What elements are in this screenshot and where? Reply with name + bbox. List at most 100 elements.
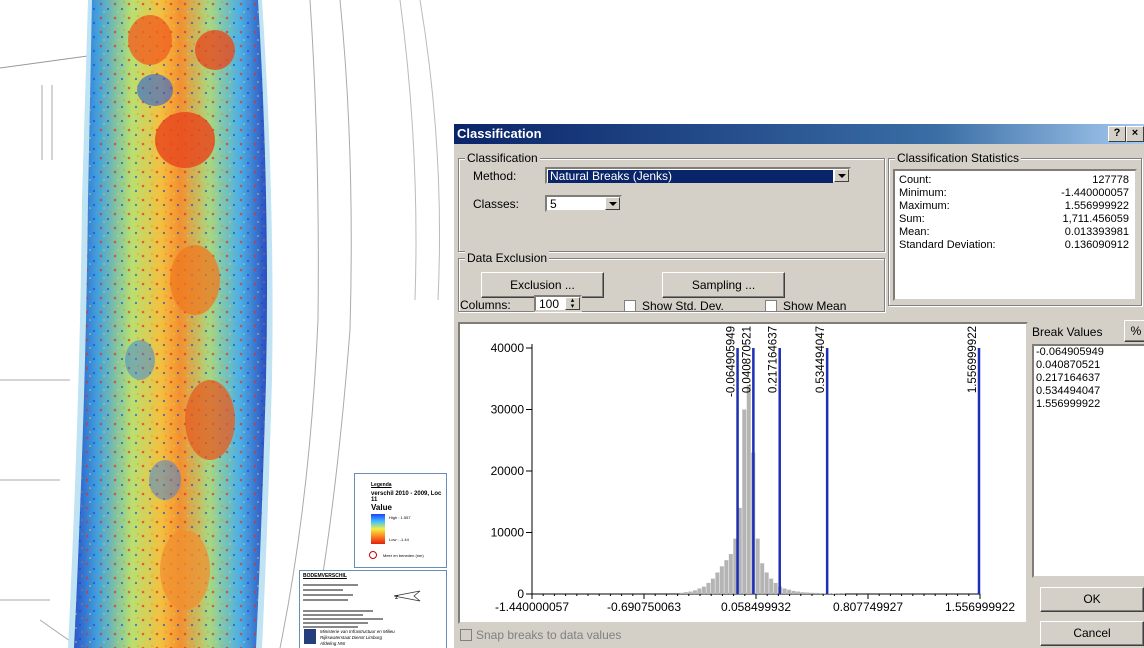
y-tick-label: 40000	[491, 341, 525, 355]
histogram-bar	[769, 578, 774, 594]
dialog-title: Classification	[457, 126, 542, 141]
dialog-titlebar[interactable]: Classification ? ×	[454, 124, 1144, 144]
break-value-item[interactable]: 0.040870521	[1034, 359, 1144, 372]
histogram-bar	[809, 592, 814, 594]
break-value-item[interactable]: 1.556999922	[1034, 398, 1144, 411]
classes-selected: 5	[550, 197, 557, 211]
show-std-dev-checkbox[interactable]	[624, 300, 636, 312]
histogram-panel[interactable]: 40000 30000 20000 10000 0 -1.440000057 -0.6907…	[458, 322, 1028, 624]
y-tick-label: 20000	[491, 464, 525, 478]
classification-dialog: Classification ? × Classification Method…	[454, 124, 1144, 648]
histogram-bar	[728, 554, 733, 594]
x-tick-label: 1.556999922	[945, 600, 1015, 614]
info-title: BODEMVERSCHIL	[303, 573, 347, 579]
histogram-bar	[688, 591, 693, 594]
break-line-label: 0.040870521	[741, 326, 753, 393]
classification-group: Classification Method: Natural Breaks (J…	[458, 151, 885, 252]
legend-circle-icon	[369, 551, 377, 559]
chevron-down-icon[interactable]	[605, 197, 620, 210]
statistics-box: Count: 127778 Minimum: -1.440000057 Maximu…	[893, 169, 1137, 301]
break-value-item[interactable]: 0.217164637	[1034, 372, 1144, 385]
x-tick-label: -0.690750063	[607, 600, 681, 614]
method-label: Method:	[473, 169, 517, 183]
histogram-bar	[796, 591, 801, 594]
statistics-group-title: Classification Statistics	[895, 151, 1022, 165]
histogram-bar	[710, 578, 715, 594]
classes-dropdown[interactable]: 5	[545, 195, 622, 212]
legend-heading: Legenda	[371, 482, 392, 488]
sampling-button[interactable]: Sampling ...	[662, 272, 785, 298]
show-std-dev-label[interactable]: Show Std. Dev.	[642, 299, 724, 313]
info-ministry: Ministerie van Infrastructuur en Milieu	[320, 629, 395, 634]
histogram-bar	[791, 590, 796, 594]
columns-spinner[interactable]: 100 ▴ ▾	[534, 295, 582, 312]
stat-row: Maximum: 1.556999922	[899, 200, 1129, 212]
histogram-bar	[782, 588, 787, 594]
break-values-list[interactable]: -0.064905949 0.040870521 0.217164637 0.5…	[1032, 344, 1144, 578]
map-legend: Legenda verschil 2010 - 2009, Loc 11 Val…	[354, 473, 447, 568]
stat-row: Mean: 0.013393981	[899, 226, 1129, 238]
legend-value-label: Value	[371, 503, 392, 512]
help-button[interactable]: ?	[1108, 126, 1126, 142]
map-view[interactable]: Legenda verschil 2010 - 2009, Loc 11 Val…	[0, 0, 452, 648]
histogram-bar	[814, 592, 819, 594]
histogram-bar	[746, 384, 751, 594]
histogram-bar	[697, 588, 702, 594]
info-lines	[303, 581, 363, 604]
svg-text:z: z	[395, 594, 399, 601]
columns-value: 100	[539, 297, 560, 311]
chevron-down-icon[interactable]	[834, 169, 849, 182]
stat-row: Count: 127778	[899, 174, 1129, 186]
histogram-bar	[800, 592, 805, 594]
histogram-bar	[683, 592, 688, 594]
show-mean-label[interactable]: Show Mean	[783, 299, 846, 313]
snap-breaks-checkbox[interactable]	[460, 629, 472, 641]
map-info-block: BODEMVERSCHIL z Ministerie van Infrastru…	[299, 570, 447, 648]
data-exclusion-group-title: Data Exclusion	[465, 251, 550, 265]
columns-label: Columns:	[460, 298, 511, 312]
break-value-item[interactable]: -0.064905949	[1034, 346, 1144, 359]
show-mean-checkbox[interactable]	[765, 300, 777, 312]
histogram-bar	[755, 538, 760, 594]
classification-group-title: Classification	[465, 151, 540, 165]
ok-button[interactable]: OK	[1040, 587, 1144, 612]
close-button[interactable]: ×	[1126, 126, 1144, 142]
histogram-chart[interactable]: 40000 30000 20000 10000 0-1.440000057 -0.6907…	[460, 324, 1026, 622]
spinner-arrows-icon[interactable]: ▴ ▾	[565, 297, 580, 310]
break-value-item[interactable]: 0.534494047	[1034, 385, 1144, 398]
histogram-bar	[818, 593, 823, 594]
y-tick-label: 0	[517, 587, 524, 601]
y-tick-label: 30000	[491, 403, 525, 417]
break-line-label: 0.217164637	[768, 326, 780, 393]
cancel-button[interactable]: Cancel	[1040, 621, 1144, 646]
x-tick-label: 0.807749927	[833, 600, 903, 614]
histogram-bar	[764, 572, 769, 594]
info-rws: Rijkswaterstaat Dienst Limburg	[320, 635, 383, 640]
stat-row: Minimum: -1.440000057	[899, 187, 1129, 199]
north-arrow-icon: z	[392, 589, 422, 603]
histogram-bar	[701, 586, 706, 594]
snap-breaks-label[interactable]: Snap breaks to data values	[476, 628, 621, 642]
histogram-bar	[760, 563, 765, 594]
histogram-bar	[706, 582, 711, 594]
info-dept: Afdeling NNI	[320, 641, 346, 646]
legend-note: Meer en beneden (nm)	[383, 553, 424, 558]
histogram-bar	[679, 592, 684, 594]
x-tick-label: -1.440000057	[495, 600, 569, 614]
histogram-bar	[805, 592, 810, 594]
stat-row: Standard Deviation: 0.136090912	[899, 239, 1129, 251]
break-line-label: 1.556999922	[967, 326, 979, 393]
histogram-bar	[773, 582, 778, 594]
histogram-bar	[724, 560, 729, 594]
info-lines-2	[303, 608, 443, 630]
percent-button[interactable]: %	[1124, 320, 1144, 342]
method-selected: Natural Breaks (Jenks)	[548, 170, 833, 183]
method-dropdown[interactable]: Natural Breaks (Jenks)	[545, 167, 851, 184]
legend-ramp	[371, 514, 385, 544]
histogram-bar	[692, 590, 697, 594]
rijkswaterstaat-logo	[304, 629, 316, 644]
histogram-bar	[715, 572, 720, 594]
x-tick-label: 0.058499932	[721, 600, 791, 614]
histogram-bar	[787, 589, 792, 594]
y-tick-label: 10000	[491, 526, 525, 540]
